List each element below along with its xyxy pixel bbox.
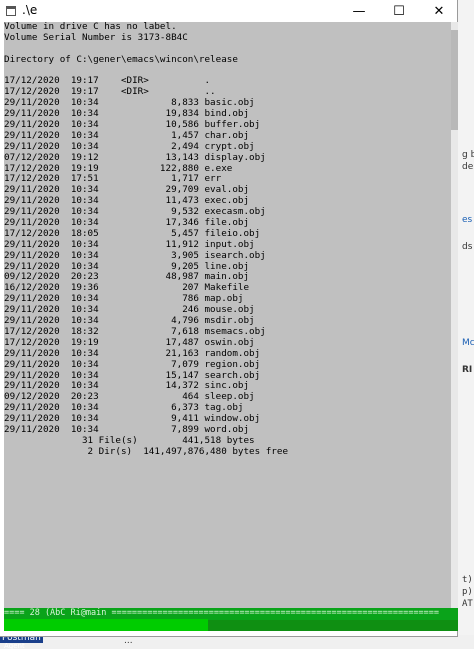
scrollbar-thumb[interactable] bbox=[451, 30, 458, 130]
maximize-button[interactable]: ☐ bbox=[381, 0, 417, 22]
peek-text-3: es bbox=[462, 215, 473, 225]
background-desktop-bottom bbox=[0, 635, 474, 649]
directory-listing: Volume in drive C has no label. Volume Se… bbox=[4, 22, 451, 458]
console-line: 29/11/2020 10:34 21,163 random.obj bbox=[4, 347, 261, 359]
minimize-icon: — bbox=[352, 3, 366, 19]
console-line: 2 Dir(s) 141,497,876,480 bytes free bbox=[4, 445, 289, 457]
minibuffer-highlight bbox=[4, 619, 208, 631]
title-bar[interactable]: .\e — ☐ ✕ bbox=[0, 0, 457, 22]
console-line: 29/11/2020 10:34 3,905 isearch.obj bbox=[4, 249, 266, 261]
window-title: .\e bbox=[22, 3, 38, 17]
console-line: Volume Serial Number is 3173-8B4C bbox=[4, 31, 188, 43]
peek-text-2: de bbox=[462, 162, 474, 172]
peek-text-8: p) bbox=[462, 587, 473, 597]
minibuffer-rest bbox=[208, 620, 458, 631]
console-line: Directory of C:\gener\emacs\wincon\relea… bbox=[4, 53, 238, 65]
peek-text-9: AT bbox=[462, 599, 473, 609]
minibuffer[interactable] bbox=[4, 619, 458, 631]
emacs-mode-line: ==== 28 (AbC Ri@main ===================… bbox=[4, 608, 458, 619]
peek-text-1: g b bbox=[462, 150, 474, 160]
peek-text-6: RI bbox=[462, 365, 473, 375]
console-text-area[interactable]: Volume in drive C has no label. Volume Se… bbox=[4, 22, 451, 608]
peek-text-5: Mc bbox=[462, 338, 474, 348]
peek-text-4: ds bbox=[462, 242, 473, 252]
background-ellipsis: ... bbox=[124, 636, 133, 646]
console-line: 07/12/2020 19:12 13,143 display.obj bbox=[4, 151, 266, 163]
console-app-icon bbox=[6, 6, 16, 16]
maximize-icon: ☐ bbox=[393, 3, 405, 19]
background-desktop-right bbox=[458, 0, 474, 649]
close-button[interactable]: ✕ bbox=[421, 0, 457, 22]
console-window: .\e — ☐ ✕ Volume in drive C has no label… bbox=[0, 0, 458, 637]
minimize-button[interactable]: — bbox=[341, 0, 377, 22]
console-line: 29/11/2020 10:34 7,079 region.obj bbox=[4, 358, 261, 370]
close-icon: ✕ bbox=[433, 3, 445, 19]
peek-text-7: t) bbox=[462, 575, 473, 585]
